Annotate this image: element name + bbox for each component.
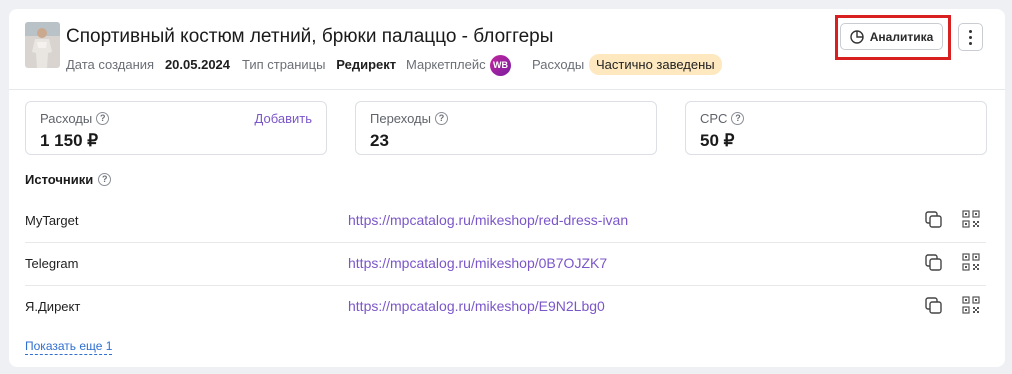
add-expense-link[interactable]: Добавить (255, 111, 312, 126)
help-icon[interactable]: ? (96, 112, 110, 125)
product-thumbnail[interactable] (25, 22, 60, 68)
vertical-dots-icon (969, 29, 972, 33)
header-divider (9, 89, 1005, 90)
qr-code-icon[interactable] (961, 252, 981, 272)
copy-icon[interactable] (923, 209, 945, 231)
analytics-button-label: Аналитика (869, 29, 934, 44)
more-options-button[interactable] (958, 23, 983, 51)
help-icon[interactable]: ? (434, 112, 448, 125)
created-value: 20.05.2024 (164, 57, 231, 72)
source-url-link[interactable]: https://mpcatalog.ru/mikeshop/0B7OJZK7 (348, 255, 607, 271)
sources-title: Источники (25, 172, 94, 187)
stat-clicks-label: Переходы (370, 111, 431, 126)
stat-clicks-value: 23 (370, 131, 389, 150)
page-type: Тип страницы Редирект (242, 57, 396, 72)
created-label: Дата создания (66, 57, 155, 72)
show-more-link[interactable]: Показать еще 1 (25, 339, 113, 355)
expenses-label: Расходы (532, 57, 585, 72)
stat-expenses-label: Расходы (40, 111, 93, 126)
source-row: Я.Директ https://mpcatalog.ru/mikeshop/E… (25, 286, 986, 329)
page-type-value: Редирект (336, 57, 397, 72)
qr-code-icon[interactable] (961, 295, 981, 315)
help-icon[interactable]: ? (98, 173, 112, 186)
expenses-status: Расходы (532, 57, 584, 72)
stat-cpc-value: 50 ₽ (700, 131, 735, 150)
sources-heading: Источники ? (25, 172, 112, 187)
source-row: MyTarget https://mpcatalog.ru/mikeshop/r… (25, 200, 986, 243)
stat-cpc-label: CPC (700, 111, 728, 126)
qr-code-icon[interactable] (961, 209, 981, 229)
marketplace-label: Маркетплейс (406, 57, 486, 72)
created-date: Дата создания 20.05.2024 (66, 57, 230, 72)
source-url-link[interactable]: https://mpcatalog.ru/mikeshop/E9N2Lbg0 (348, 298, 605, 314)
stat-cpc: CPC ? 50 ₽ (685, 101, 987, 155)
stat-expenses: Расходы ? Добавить 1 150 ₽ (25, 101, 327, 155)
source-row: Telegram https://mpcatalog.ru/mikeshop/0… (25, 243, 986, 286)
status-badge: Частично заведены (589, 54, 722, 75)
source-name: MyTarget (25, 213, 79, 228)
wb-marketplace-badge: WB (490, 55, 511, 76)
page-type-label: Тип страницы (242, 57, 326, 72)
stat-clicks: Переходы ? 23 (355, 101, 657, 155)
copy-icon[interactable] (923, 295, 945, 317)
pie-chart-icon (850, 29, 864, 44)
help-icon[interactable]: ? (731, 112, 745, 125)
analytics-button[interactable]: Аналитика (840, 23, 943, 50)
stat-expenses-value: 1 150 ₽ (40, 131, 99, 150)
source-name: Telegram (25, 256, 79, 271)
source-url-link[interactable]: https://mpcatalog.ru/mikeshop/red-dress-… (348, 212, 628, 228)
copy-icon[interactable] (923, 252, 945, 274)
link-card: Спортивный костюм летний, брюки палаццо … (9, 9, 1005, 367)
page-title: Спортивный костюм летний, брюки палаццо … (66, 26, 554, 47)
marketplace: Маркетплейс (406, 57, 486, 72)
source-name: Я.Директ (25, 299, 81, 314)
